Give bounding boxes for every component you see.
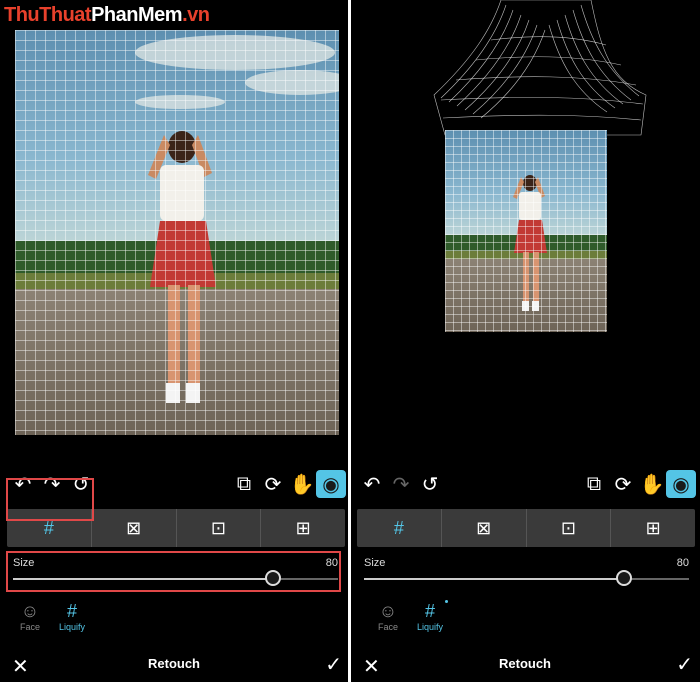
face-icon: ☺ — [378, 601, 398, 621]
eye-icon[interactable]: ◉ — [666, 470, 696, 498]
mode-liquify-label: Liquify — [58, 622, 85, 632]
new-indicator-dot — [445, 600, 448, 603]
mode-face-label: Face — [19, 622, 40, 632]
watermark-logo: ThuThuatPhanMem.vn — [4, 4, 210, 26]
face-icon: ☺ — [20, 601, 40, 621]
size-label: Size — [364, 557, 386, 569]
mode-liquify[interactable]: # Liquify — [52, 600, 92, 632]
compare-icon[interactable]: ⧉ — [230, 470, 258, 498]
edit-toolbar: ↶ ↷ ↺ ⧉ ⟳ ✋ ◉ — [351, 470, 699, 500]
liquify-tool-icon[interactable]: # — [357, 509, 442, 547]
photo-canvas[interactable] — [445, 130, 607, 332]
highlight-box-size — [6, 551, 341, 592]
mode-face[interactable]: ☺ Face — [10, 600, 50, 632]
liquify-grid-overlay — [445, 130, 607, 332]
hand-icon[interactable]: ✋ — [638, 470, 666, 498]
confirm-icon[interactable]: ✓ — [676, 652, 693, 677]
rotate-icon[interactable]: ⟳ — [259, 470, 287, 498]
bloat-tool-icon[interactable]: ⊠ — [442, 509, 527, 547]
pucker-tool-icon[interactable]: ⊡ — [177, 509, 262, 547]
confirm-icon[interactable]: ✓ — [325, 652, 342, 677]
size-slider[interactable] — [364, 570, 689, 586]
right-panel: ↶ ↷ ↺ ⧉ ⟳ ✋ ◉ # ⊠ ⊡ ⊞ Size 80 ☺ Face # L… — [351, 0, 699, 682]
highlight-box-tool — [6, 478, 94, 521]
screen-title: Retouch — [499, 656, 551, 671]
slider-knob[interactable] — [616, 570, 632, 586]
liquify-icon: # — [424, 601, 435, 621]
size-value: 80 — [676, 557, 689, 569]
liquify-tools: # ⊠ ⊡ ⊞ — [357, 509, 695, 547]
bottom-bar: ✕ Retouch ✓ — [351, 652, 699, 678]
pucker-tool-icon[interactable]: ⊡ — [527, 509, 612, 547]
hand-icon[interactable]: ✋ — [288, 470, 316, 498]
bottom-bar: ✕ Retouch ✓ — [0, 652, 348, 678]
mode-liquify-label: Liquify — [416, 622, 443, 632]
mode-liquify[interactable]: # Liquify — [410, 600, 450, 632]
compare-icon[interactable]: ⧉ — [580, 470, 608, 498]
slider-fill — [364, 578, 624, 580]
photo-canvas[interactable] — [15, 30, 339, 435]
undo-icon[interactable]: ↶ — [358, 470, 386, 498]
left-panel: ↶ ↷ ↺ ⧉ ⟳ ✋ ◉ # ⊠ ⊡ ⊞ Size 80 ☺ Face # L… — [0, 0, 348, 682]
reset-icon[interactable]: ↺ — [416, 470, 444, 498]
liquify-icon: # — [66, 601, 77, 621]
redo-icon[interactable]: ↷ — [387, 470, 415, 498]
rotate-icon[interactable]: ⟳ — [609, 470, 637, 498]
liquify-grid-overlay — [15, 30, 339, 435]
grid-tool-icon[interactable]: ⊞ — [611, 509, 695, 547]
mode-face[interactable]: ☺ Face — [368, 600, 408, 632]
mode-face-label: Face — [377, 622, 398, 632]
grid-tool-icon[interactable]: ⊞ — [261, 509, 345, 547]
screen-title: Retouch — [148, 656, 200, 671]
eye-icon[interactable]: ◉ — [316, 470, 346, 498]
bloat-tool-icon[interactable]: ⊠ — [92, 509, 177, 547]
